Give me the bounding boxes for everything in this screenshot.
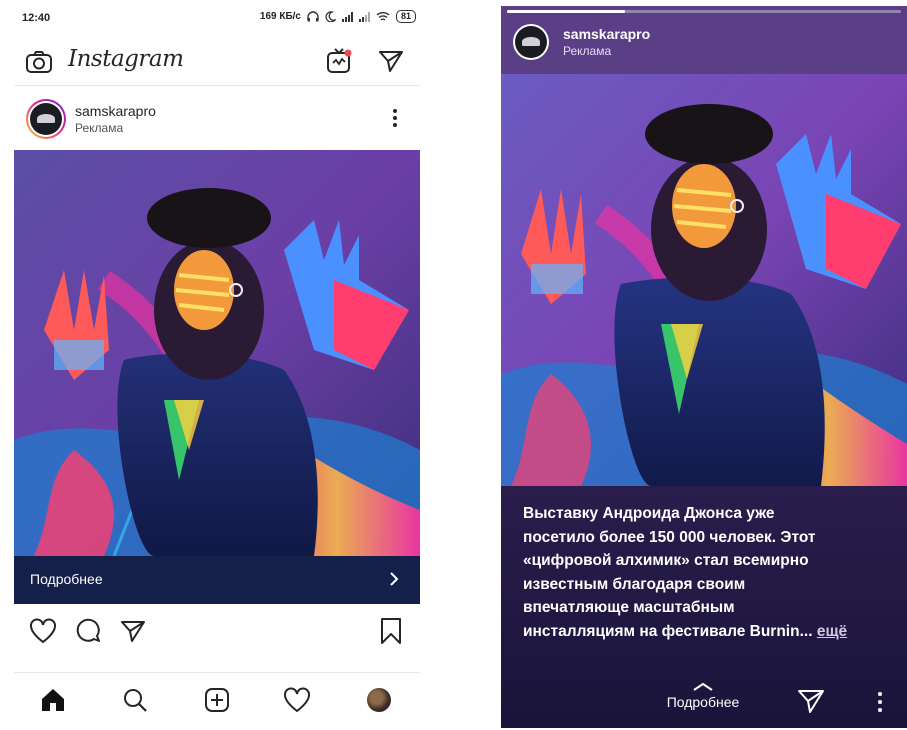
- bottom-navigation: [14, 672, 420, 728]
- home-icon: [42, 689, 64, 711]
- top-bar: Instagram: [14, 38, 420, 86]
- story-caption: Выставку Андроида Джонса уже посетило бо…: [523, 502, 889, 643]
- caption-line: известным благодаря своим: [523, 575, 746, 593]
- search-icon: [124, 689, 147, 712]
- story-share-button[interactable]: [797, 688, 825, 719]
- story-avatar[interactable]: [513, 24, 549, 60]
- story-image[interactable]: [501, 74, 907, 486]
- brand-logo-icon: [515, 26, 547, 58]
- caption-line: «цифровой алхимик» стал всемирно: [523, 552, 809, 569]
- woman-neon-photo: [14, 150, 420, 556]
- caption-last-line: инсталляциям на фестивале Burnin...: [523, 622, 813, 640]
- instagram-logo: Instagram: [68, 46, 184, 72]
- caption-line: впечатляюще масштабным: [523, 599, 735, 616]
- woman-neon-photo: [501, 74, 907, 486]
- nav-profile[interactable]: [364, 685, 394, 715]
- status-time: 12:40: [22, 12, 51, 24]
- comment-icon: [76, 618, 100, 642]
- caption-line: инсталляциям на фестивале Burnin... ещё: [523, 620, 889, 644]
- post-account-name[interactable]: samskarapro: [75, 103, 156, 119]
- save-button[interactable]: [378, 616, 404, 646]
- caption-line: Выставку Андроида Джонса уже: [523, 505, 775, 522]
- story-header: samskarapro Реклама: [501, 6, 907, 74]
- post-more-options-button[interactable]: [392, 109, 398, 133]
- nav-home[interactable]: [38, 685, 68, 715]
- story-screen: samskarapro Реклама Выставку Андроида Дж…: [501, 6, 907, 728]
- add-post-icon: [205, 688, 229, 712]
- heart-icon: [30, 618, 56, 644]
- wifi-icon: [376, 12, 390, 21]
- profile-icon: [367, 688, 391, 712]
- bookmark-icon: [381, 618, 401, 644]
- activity-heart-icon: [284, 687, 310, 713]
- comment-button[interactable]: [74, 616, 104, 646]
- story-account-name[interactable]: samskarapro: [563, 26, 650, 42]
- network-speed: 169 КБ/с: [259, 11, 301, 22]
- status-bar: 12:40 169 КБ/с 81: [14, 8, 420, 30]
- brand-logo-icon: [30, 103, 62, 135]
- send-icon: [379, 51, 403, 72]
- caption-line: посетило более 150 000 человек. Этот: [523, 528, 816, 546]
- signal-icon-2: [358, 11, 370, 22]
- caption-more-link[interactable]: ещё: [817, 623, 847, 640]
- share-button[interactable]: [118, 617, 148, 645]
- feed-screen: 12:40 169 КБ/с 81 Instagram samskarapro …: [14, 0, 420, 730]
- headphones-icon: [307, 11, 319, 22]
- camera-button[interactable]: [24, 48, 54, 76]
- battery-indicator: 81: [395, 10, 416, 23]
- chevron-up-icon: [693, 682, 713, 691]
- learn-more-bar[interactable]: Подробнее: [14, 556, 420, 604]
- post-actions: [14, 612, 420, 652]
- like-button[interactable]: [28, 616, 58, 646]
- nav-search[interactable]: [120, 685, 150, 715]
- post-avatar[interactable]: [26, 99, 66, 139]
- direct-button[interactable]: [376, 47, 406, 75]
- story-learn-more-label: Подробнее: [666, 694, 740, 710]
- moon-icon: [325, 11, 336, 22]
- camera-icon: [26, 51, 52, 73]
- send-icon: [798, 690, 824, 713]
- story-more-options-button[interactable]: [877, 692, 883, 716]
- story-progress-bar: [507, 10, 901, 13]
- learn-more-label: Подробнее: [30, 571, 103, 587]
- status-indicators: 169 КБ/с 81: [260, 10, 416, 23]
- post-header: samskarapro Реклама: [14, 95, 420, 147]
- post-image[interactable]: [14, 150, 420, 556]
- story-caption-area: Выставку Андроида Джонса уже посетило бо…: [501, 486, 907, 728]
- story-learn-more-button[interactable]: Подробнее: [653, 682, 753, 710]
- igtv-icon: [327, 48, 352, 73]
- nav-new-post[interactable]: [202, 685, 232, 715]
- signal-icon: [341, 11, 353, 22]
- send-icon: [121, 621, 145, 642]
- sponsored-label: Реклама: [75, 121, 124, 135]
- igtv-button[interactable]: [324, 46, 354, 76]
- chevron-right-icon: [390, 572, 399, 586]
- nav-activity[interactable]: [282, 685, 312, 715]
- story-progress-fill: [507, 10, 626, 13]
- story-sponsored-label: Реклама: [563, 44, 612, 58]
